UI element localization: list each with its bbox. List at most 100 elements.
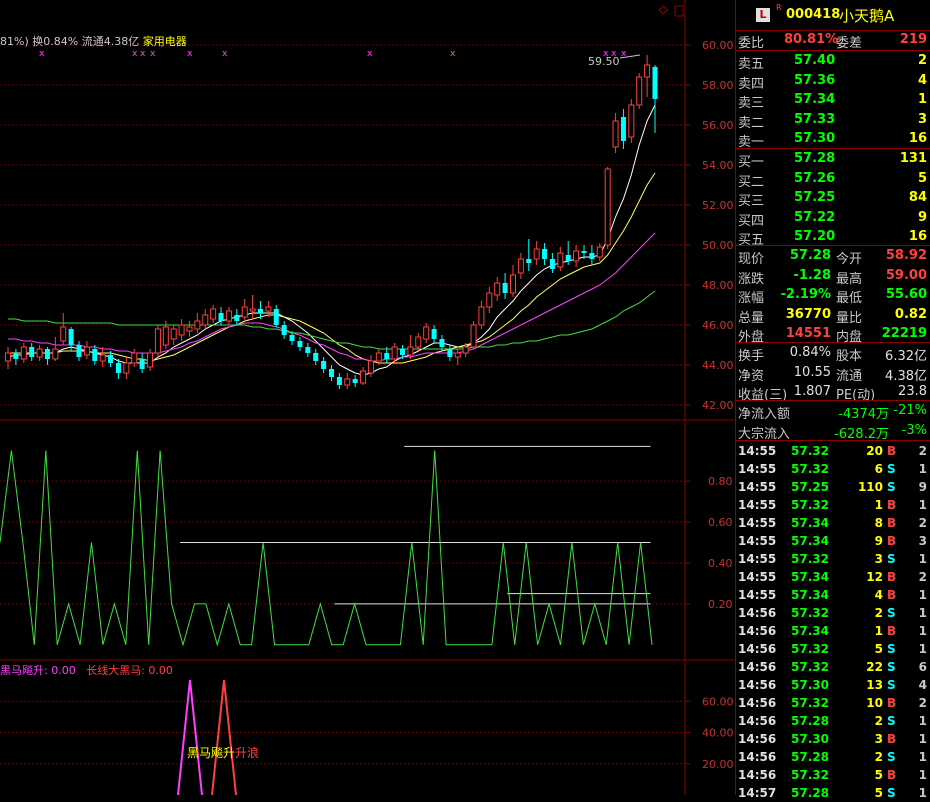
signal-marker: x [367, 49, 373, 59]
flow-row[interactable]: 大宗流入 -628.2万 -3% [736, 422, 930, 442]
candle-body [494, 282, 501, 296]
tick-price: 57.28 [791, 750, 829, 764]
ask-row[interactable]: 卖一 57.30 16 [736, 130, 930, 150]
candle-body [542, 249, 548, 259]
ask-vol: 3 [917, 111, 927, 127]
legend-heima: 黑马飚升: 0.00 [0, 664, 76, 677]
ask-row[interactable]: 卖五 57.40 2 [736, 52, 930, 72]
stat-value: 22219 [881, 326, 927, 341]
y-tick-label: 46.00 [702, 319, 734, 332]
bid-row[interactable]: 买一 57.28 131 [736, 150, 930, 170]
candle-body [439, 339, 445, 347]
tick-row[interactable]: 14:55 57.34 4 B 1 [736, 586, 930, 604]
bid-row[interactable]: 买二 57.26 5 [736, 170, 930, 190]
candle-body [289, 335, 295, 341]
tick-vol: 12 [866, 570, 883, 584]
stat-row[interactable]: 现价 57.28 今开 58.92 [736, 247, 930, 267]
tick-row[interactable]: 14:56 57.30 3 B 1 [736, 730, 930, 748]
tick-row[interactable]: 14:56 57.28 2 S 1 [736, 748, 930, 766]
tick-row[interactable]: 14:55 57.32 6 S 1 [736, 460, 930, 478]
ask-price: 57.30 [794, 131, 836, 146]
stat-row[interactable]: 涨幅 -2.19% 最低 55.60 [736, 286, 930, 306]
candle-body [502, 283, 508, 293]
ask-label: 卖五 [738, 57, 765, 72]
diamond-icon [658, 5, 668, 15]
chart-area[interactable]: 60.00 58.00 56.00 54.00 52.00 50.00 48.00 46.00… [0, 0, 735, 795]
candle-body [462, 346, 469, 354]
tick-vol: 5 [874, 768, 883, 782]
candle-body [360, 370, 367, 384]
tick-side: S [887, 606, 896, 620]
candle-body [108, 355, 114, 363]
y-tick-label: 52.00 [702, 199, 734, 212]
tick-row[interactable]: 14:55 57.32 1 B 1 [736, 496, 930, 514]
bid-row[interactable]: 买四 57.22 9 [736, 209, 930, 229]
fund-row[interactable]: 收益(三) 1.807 PE(动) 23.8 [736, 383, 930, 403]
tick-count: 4 [918, 678, 927, 692]
ask-row[interactable]: 卖二 57.33 3 [736, 111, 930, 131]
bid-price: 57.28 [794, 151, 836, 166]
fund-row[interactable]: 净资 10.55 流通 4.38亿 [736, 364, 930, 384]
tick-row[interactable]: 14:56 57.30 13 S 4 [736, 676, 930, 694]
tick-row[interactable]: 14:56 57.32 22 S 6 [736, 658, 930, 676]
tick-count: 1 [918, 786, 927, 800]
tick-row[interactable]: 14:55 57.34 12 B 2 [736, 568, 930, 586]
y-tick-label: 54.00 [702, 159, 734, 172]
bid-row[interactable]: 买五 57.20 16 [736, 228, 930, 248]
tick-row[interactable]: 14:56 57.32 10 B 2 [736, 694, 930, 712]
tick-row[interactable]: 14:56 57.28 2 S 1 [736, 712, 930, 730]
tick-row[interactable]: 14:55 57.32 3 S 1 [736, 550, 930, 568]
tick-row[interactable]: 14:55 57.32 20 B 2 [736, 442, 930, 460]
signal-label: 黑马飚升升浪 [187, 744, 259, 761]
tick-row[interactable]: 14:56 57.32 5 B 1 [736, 766, 930, 784]
stat-row[interactable]: 涨跌 -1.28 最高 59.00 [736, 267, 930, 287]
ask-row[interactable]: 卖四 57.36 4 [736, 72, 930, 92]
tick-time: 14:56 [738, 624, 777, 638]
l-badge[interactable]: L [756, 8, 770, 22]
stat-row[interactable]: 总量 36770 量比 0.82 [736, 306, 930, 326]
tick-row[interactable]: 14:55 57.34 9 B 3 [736, 532, 930, 550]
tick-time: 14:55 [738, 480, 777, 494]
fund-value: 10.55 [793, 364, 831, 380]
ask-row[interactable]: 卖三 57.34 1 [736, 91, 930, 111]
candle-body [178, 324, 185, 336]
ask-vol: 16 [908, 131, 927, 146]
candle-body [131, 352, 138, 364]
candle-body [375, 352, 382, 362]
tick-row[interactable]: 14:55 57.34 8 B 2 [736, 514, 930, 532]
signal-marker: x [132, 49, 138, 59]
fund-row[interactable]: 换手 0.84% 股本 6.32亿 [736, 344, 930, 364]
ask-vol: 2 [917, 53, 927, 68]
tick-vol: 5 [874, 642, 883, 656]
separator [736, 245, 930, 246]
stat-value: 55.60 [885, 287, 927, 302]
quote-panel: L R 000418 小天鹅A 委比 80.81% 委差 219 卖五 57.40 2 卖四 5… [735, 0, 930, 800]
weibi-label: 委比 [738, 36, 765, 51]
signal-marker: x [621, 49, 627, 59]
fund-value: 23.8 [898, 384, 927, 399]
tick-row[interactable]: 14:56 57.34 1 B 1 [736, 622, 930, 640]
tick-row[interactable]: 14:56 57.32 2 S 1 [736, 604, 930, 622]
candle-body [454, 352, 461, 358]
ask-price: 57.40 [794, 53, 836, 68]
ask-label: 卖二 [738, 115, 765, 131]
signal-marker: x [39, 49, 45, 59]
bid-row[interactable]: 买三 57.25 84 [736, 189, 930, 209]
tick-time: 14:56 [738, 750, 777, 764]
candle-body [407, 346, 414, 356]
tick-vol: 2 [874, 714, 883, 728]
stat-row[interactable]: 外盘 14551 内盘 22219 [736, 325, 930, 345]
tick-row[interactable]: 14:55 57.25 110 S 9 [736, 478, 930, 496]
tick-row[interactable]: 14:56 57.32 5 S 1 [736, 640, 930, 658]
tick-time: 14:55 [738, 498, 777, 512]
tick-price: 57.32 [791, 768, 829, 782]
tick-price: 57.32 [791, 462, 829, 476]
ask-price: 57.33 [794, 111, 836, 127]
y-tick-label: 20.00 [702, 758, 734, 771]
weibi-row[interactable]: 委比 80.81% 委差 219 [736, 31, 930, 51]
tick-row[interactable]: 14:57 57.28 5 S 1 [736, 784, 930, 802]
info-sector: 家用电器 [142, 35, 187, 48]
flow-row[interactable]: 净流入额 -4374万 -21% [736, 402, 930, 422]
fund-value: 0.84% [789, 345, 831, 360]
candle-body [344, 378, 351, 386]
